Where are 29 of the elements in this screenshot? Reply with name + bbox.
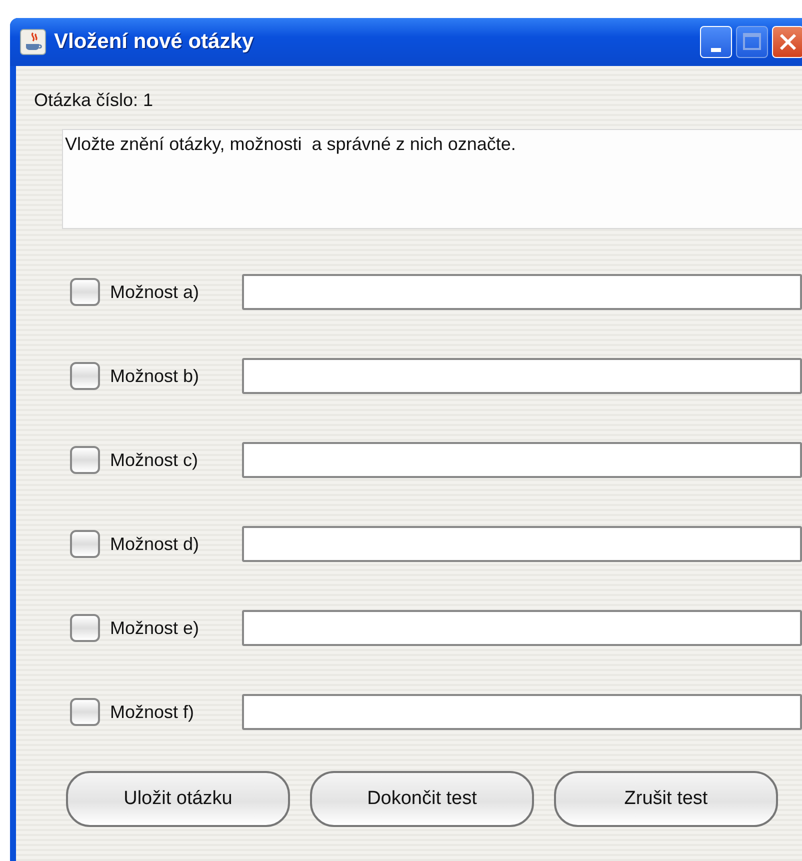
option-label: Možnost f) [110, 702, 196, 722]
option-label: Možnost e) [110, 618, 200, 638]
option-checkbox[interactable] [70, 530, 100, 558]
option-input-field[interactable] [242, 526, 802, 562]
option-input-field[interactable] [242, 442, 802, 478]
option-input-field[interactable] [242, 358, 802, 394]
option-label: Možnost d) [110, 534, 200, 554]
question-number-label: Otázka číslo: 1 [34, 90, 154, 111]
option-checkbox[interactable] [70, 362, 100, 390]
option-checkbox[interactable] [70, 614, 100, 642]
maximize-button[interactable] [736, 26, 768, 58]
option-input-field[interactable] [242, 694, 802, 730]
window-title: Vložení nové otázky [54, 30, 254, 54]
option-checkbox[interactable] [70, 698, 100, 726]
question-text-area[interactable]: Vložte znění otázky, možnosti a správné z nich označte. [62, 129, 802, 229]
option-label: Možnost a) [110, 282, 200, 302]
coffee-cup-icon [20, 29, 46, 55]
option-checkbox[interactable] [70, 278, 100, 306]
action-button[interactable]: Uložit otázku [66, 771, 290, 827]
option-input-field[interactable] [242, 274, 802, 310]
action-button[interactable]: Zrušit test [554, 771, 778, 827]
option-label: Možnost b) [110, 366, 200, 386]
minimize-button[interactable] [700, 26, 732, 58]
option-label: Možnost c) [110, 450, 200, 470]
minimize-icon [711, 48, 721, 52]
option-checkbox[interactable] [70, 446, 100, 474]
close-button[interactable] [772, 26, 802, 58]
action-button[interactable]: Dokončit test [310, 771, 534, 827]
option-input-field[interactable] [242, 610, 802, 646]
